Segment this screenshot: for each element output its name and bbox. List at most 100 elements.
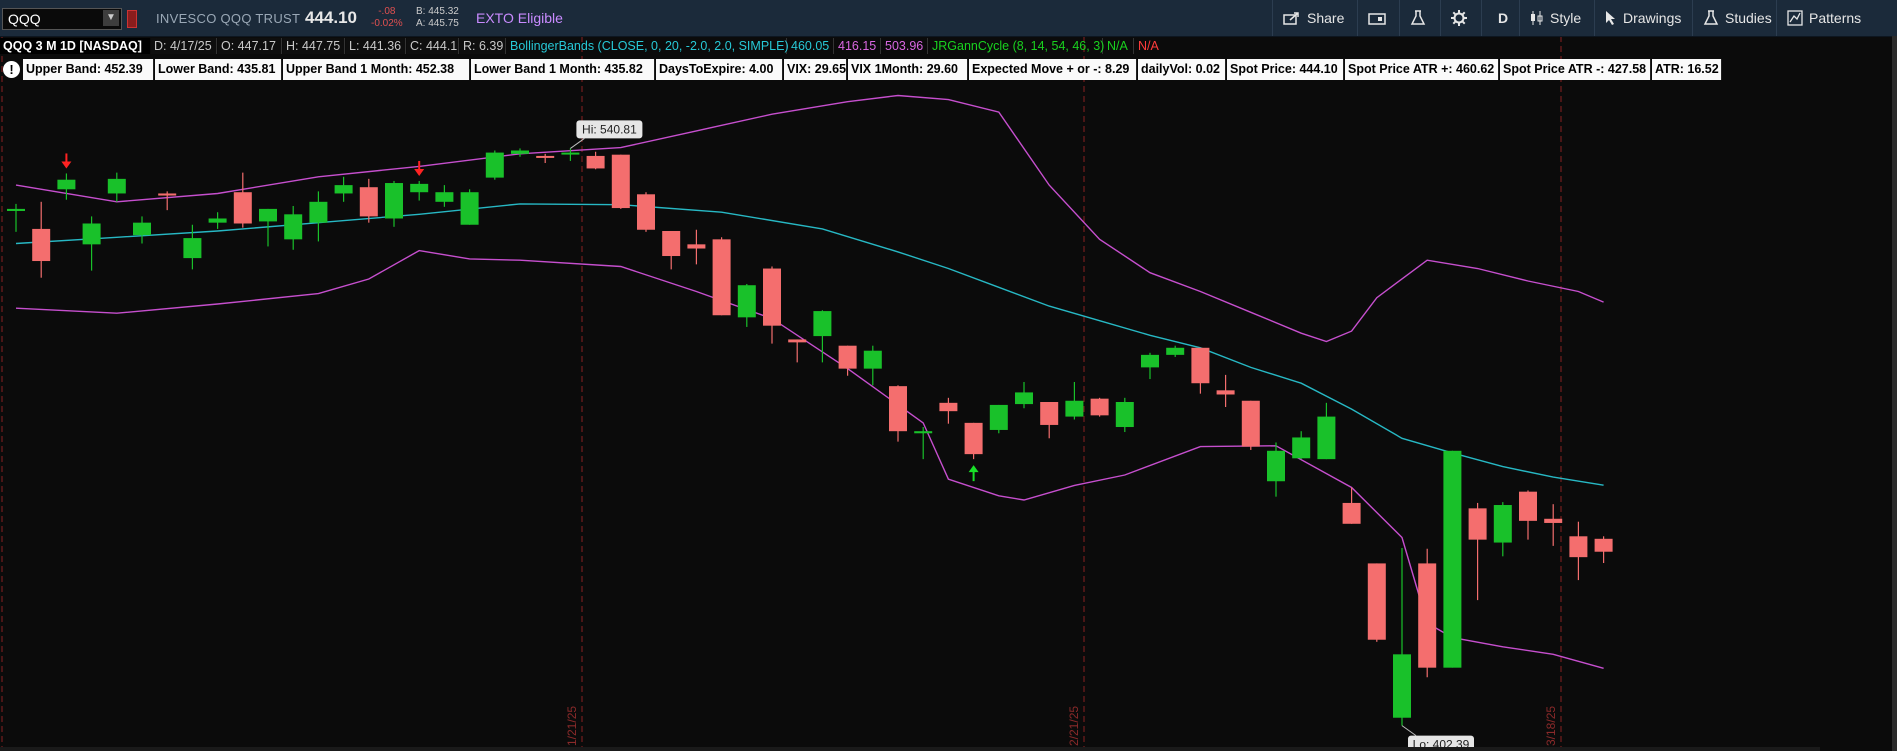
candle-body (410, 183, 429, 193)
drawings-button[interactable]: Drawings (1594, 0, 1691, 36)
net-change-value: -.08 (378, 6, 396, 17)
candle-body (712, 239, 731, 316)
candle-body (158, 193, 177, 196)
symbol-input[interactable]: QQQ ▼ (2, 8, 122, 30)
candle-body (133, 222, 151, 236)
bollinger-label[interactable]: BollingerBands (CLOSE, 0, 20, -2.0, 2.0,… (507, 38, 789, 54)
arrow-head (968, 465, 979, 473)
warning-icon[interactable]: ! (3, 61, 20, 78)
candle-body (485, 152, 504, 178)
candle-body (889, 386, 907, 432)
candle-body (939, 402, 958, 412)
candle (1015, 381, 1033, 409)
high-marker-label: Hi: 540.81 (582, 122, 637, 136)
study-label: DaysToExpire: 4.00 (656, 59, 783, 80)
studies-button[interactable]: Studies (1692, 0, 1776, 36)
share-icon (1283, 12, 1299, 25)
candle (586, 151, 605, 170)
study-label: Spot Price ATR +: 460.62 (1345, 59, 1499, 80)
candle (1418, 548, 1437, 678)
company-name: INVESCO QQQ TRUST (156, 11, 301, 26)
bollinger-middle-band (15, 203, 1604, 486)
candle (813, 310, 832, 363)
candle (385, 180, 403, 227)
candle-body (1493, 505, 1512, 543)
candle-body (788, 339, 807, 343)
vertical-scrollbar[interactable] (1892, 36, 1897, 751)
candle (233, 172, 252, 228)
lab-button[interactable] (1399, 0, 1441, 36)
exto-eligible-label[interactable]: EXTO Eligible (476, 10, 563, 26)
candle (964, 422, 983, 460)
candle-body (1544, 518, 1563, 523)
bid-ask: B: 445.32 A: 445.75 (416, 6, 459, 30)
candle-body (1141, 354, 1159, 368)
candle (1569, 521, 1588, 581)
date-label: 1/21/25 (565, 706, 579, 746)
candle-body (385, 183, 403, 219)
candle (1141, 352, 1159, 380)
candle-body (309, 201, 328, 223)
snapshot-button[interactable] (1357, 0, 1401, 36)
candle (309, 191, 328, 242)
alert-flag-icon[interactable] (127, 10, 137, 28)
share-label: Share (1307, 10, 1345, 26)
pct-change-value: -0.02% (371, 18, 403, 29)
ask-value: A: 445.75 (416, 18, 459, 29)
candle-body (763, 268, 781, 326)
horizontal-scrollbar[interactable] (0, 747, 1820, 751)
candle (158, 191, 177, 211)
candle (989, 404, 1008, 434)
candle (1594, 536, 1613, 563)
candle (1443, 450, 1462, 668)
style-button[interactable]: Style (1519, 0, 1593, 36)
symbol-dropdown-icon[interactable]: ▼ (103, 10, 119, 26)
candle (1191, 347, 1210, 394)
candle-body (1115, 402, 1134, 428)
timeframe-label: D (1498, 10, 1509, 26)
candle-body (964, 422, 983, 455)
candle-body (813, 311, 832, 337)
candle-body (1342, 502, 1361, 524)
settings-button[interactable] (1440, 0, 1482, 36)
patterns-button[interactable]: Patterns (1776, 0, 1897, 36)
style-label: Style (1550, 10, 1582, 26)
candle (1267, 442, 1285, 497)
patterns-label: Patterns (1809, 10, 1862, 26)
bollinger-mid-value: 460.05 (788, 38, 834, 54)
bar-open: O: 447.17 (218, 38, 282, 54)
bar-high: H: 447.75 (283, 38, 345, 54)
last-price: 444.10 (305, 8, 357, 27)
arrow-head (61, 161, 72, 169)
gann-cycle-label[interactable]: JRGannCycle (8, 14, 54, 46, 3) (929, 38, 1104, 54)
candle (7, 203, 25, 232)
candle (939, 397, 958, 424)
candle-body (259, 208, 277, 222)
candle (1040, 402, 1059, 439)
date-label: 3/18/25 (1544, 706, 1558, 746)
candle (637, 192, 655, 232)
study-label: ATR: 16.52 (1652, 59, 1722, 80)
candle-body (284, 214, 303, 240)
candle-body (1317, 416, 1336, 460)
candle (82, 216, 101, 271)
chart-canvas[interactable]: 1/21/252/21/253/18/255605505405305205105… (0, 36, 1820, 751)
candle (1216, 374, 1235, 408)
candle-body (183, 238, 202, 259)
candle (1367, 563, 1386, 642)
candle (1544, 504, 1563, 546)
candle (107, 172, 126, 202)
study-label: dailyVol: 0.02 (1138, 59, 1226, 80)
price-chart[interactable]: 1/21/252/21/253/18/255605505405305205105… (0, 36, 1820, 751)
candle-body (1241, 400, 1260, 447)
candle-body (1090, 398, 1109, 416)
study-label: Upper Band 1 Month: 452.38 (283, 59, 470, 80)
flask-icon (1410, 10, 1426, 25)
candle-body (863, 350, 882, 369)
candle (435, 185, 454, 207)
candle-body (1393, 654, 1411, 718)
candle-body (611, 154, 630, 209)
study-label: Spot Price: 444.10 (1227, 59, 1344, 80)
drawings-label: Drawings (1623, 10, 1682, 26)
candle-body (662, 231, 681, 257)
